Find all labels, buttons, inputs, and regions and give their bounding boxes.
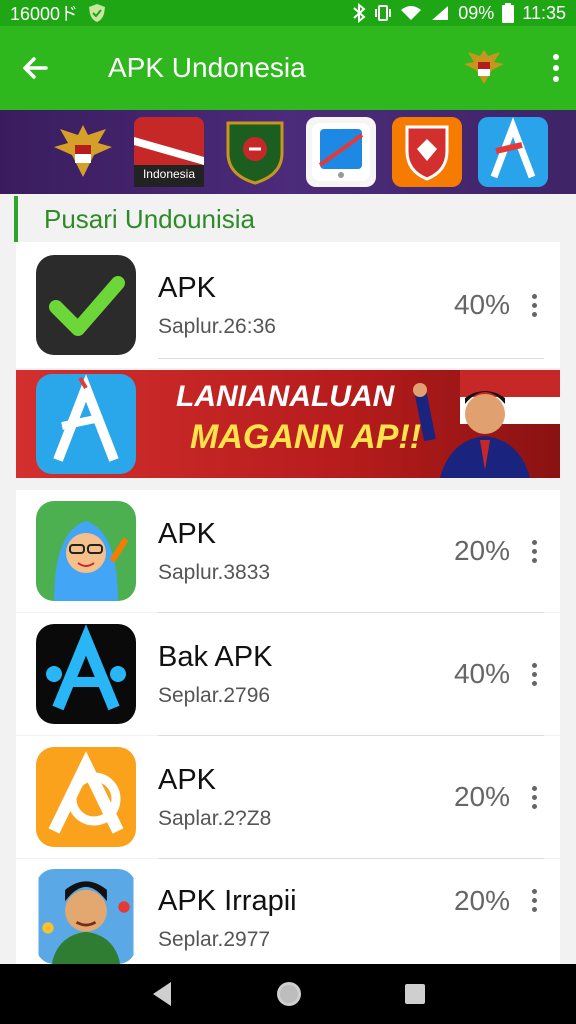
- person-illustration-icon: [413, 370, 560, 478]
- app-name: APK: [158, 517, 217, 550]
- shield-notification-icon: [89, 4, 106, 22]
- bluetooth-icon: [353, 3, 366, 23]
- ad-subheadline: MAGANN AP!!: [190, 418, 422, 456]
- battery-icon: [502, 3, 515, 23]
- section-title: Pusari Undounisia: [44, 203, 256, 234]
- checkmark-app-icon: [36, 255, 136, 355]
- item-menu-button[interactable]: [524, 785, 544, 809]
- app-subtitle: Seplar.2977: [158, 928, 271, 951]
- system-nav-bar: [0, 964, 576, 1024]
- garuda-emblem-icon[interactable]: [48, 117, 118, 187]
- red-shield-app-icon[interactable]: [392, 117, 462, 187]
- blue-a-app-icon[interactable]: [478, 117, 548, 187]
- status-left-text: 16000ド: [10, 4, 79, 24]
- app-percent: 20%: [453, 781, 510, 812]
- nav-home-icon[interactable]: [274, 979, 304, 1009]
- ad-headline: LANIANALUAN: [176, 380, 395, 413]
- nav-recents-icon[interactable]: [403, 982, 427, 1006]
- orange-a-app-icon: [36, 747, 136, 847]
- list-item[interactable]: Bak APK Seplar.2796 40%: [16, 613, 560, 735]
- app-name: Bak APK: [158, 640, 273, 673]
- garuda-emblem-icon: [464, 50, 504, 84]
- vibrate-icon: [375, 5, 392, 21]
- section-header: Pusari Undounisia: [14, 196, 562, 242]
- blue-card-app-icon[interactable]: [306, 117, 376, 187]
- cartoon-girl-app-icon: [36, 501, 136, 601]
- app-percent: 40%: [453, 658, 510, 689]
- item-menu-button[interactable]: [524, 662, 544, 686]
- list-item[interactable]: APK Saplur.26:36 40%: [16, 242, 560, 368]
- status-bar: 16000ド 09% 11:35: [0, 0, 576, 26]
- blue-a-app-icon: [36, 374, 136, 474]
- strip-item-label: Indonesia: [142, 167, 196, 181]
- list-item[interactable]: APK Saplar.2?Z8 20%: [16, 736, 560, 858]
- app-subtitle: Saplar.2?Z8: [158, 806, 272, 830]
- app-percent: 20%: [453, 885, 510, 916]
- page-title: APK Undonesia: [108, 52, 306, 83]
- app-bar: APK Undonesia: [0, 26, 576, 110]
- list-item[interactable]: APK Saplur.3833 20%: [16, 490, 560, 612]
- item-menu-button[interactable]: [524, 539, 544, 563]
- list-item[interactable]: APK Irrapii Seplar.2977 20%: [16, 859, 560, 964]
- app-name: APK Irrapii: [158, 885, 297, 917]
- item-menu-button[interactable]: [524, 889, 544, 912]
- app-subtitle: Saplur.26:36: [158, 314, 276, 338]
- app-subtitle: Saplur.3833: [158, 560, 271, 584]
- clock: 11:35: [522, 2, 566, 23]
- app-subtitle: Seplar.2796: [158, 683, 271, 707]
- cartoon-man-app-icon: [36, 869, 136, 964]
- app-name: APK: [158, 271, 217, 304]
- indonesia-flag-app-icon[interactable]: Indonesia: [134, 117, 204, 187]
- app-percent: 40%: [453, 289, 510, 320]
- battery-percent: 09%: [458, 2, 495, 23]
- nav-back-icon[interactable]: [149, 980, 175, 1008]
- item-menu-button[interactable]: [524, 293, 544, 317]
- app-percent: 20%: [453, 535, 510, 566]
- overflow-menu-button[interactable]: [536, 26, 576, 110]
- divider: [158, 358, 544, 359]
- app-name: APK: [158, 763, 217, 796]
- arrow-left-icon: [23, 57, 48, 79]
- wifi-icon: [401, 6, 422, 20]
- shield-crest-icon[interactable]: [220, 117, 290, 187]
- signal-icon: [432, 6, 449, 20]
- black-a-app-icon: [36, 624, 136, 724]
- ad-banner[interactable]: LANIANALUAN MAGANN AP!!: [16, 370, 560, 478]
- featured-icon-strip: Indonesia: [0, 110, 576, 194]
- back-button[interactable]: [0, 26, 70, 110]
